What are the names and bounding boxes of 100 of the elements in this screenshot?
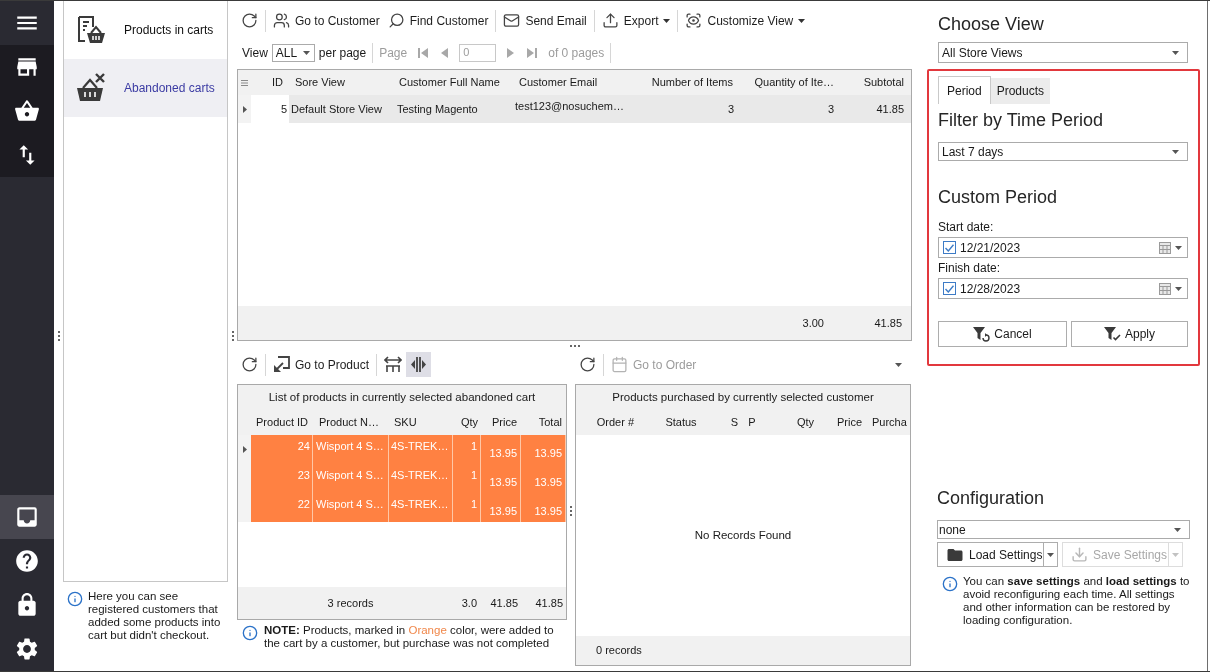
toolbar-button[interactable]: Go to Customer xyxy=(269,8,384,33)
column-header[interactable]: Subtotal xyxy=(838,70,908,95)
tab[interactable]: Products xyxy=(990,78,1051,104)
grip-icon[interactable] xyxy=(57,331,60,341)
table-cell-text: Default Store View xyxy=(290,101,383,117)
toolbar-button[interactable]: Find Customer xyxy=(383,8,493,33)
column-header[interactable]: Number of Items xyxy=(641,70,738,95)
calendar-icon[interactable] xyxy=(1159,282,1171,295)
date-field[interactable]: 12/21/2023 xyxy=(938,237,1188,258)
column-header[interactable]: SKU xyxy=(389,410,453,435)
column-header[interactable]: Price xyxy=(822,410,868,435)
table-cell: Wisport 4 S… xyxy=(313,493,389,522)
table-cell: 13.95 xyxy=(481,435,521,464)
info-icon xyxy=(942,576,958,592)
tab[interactable]: Period xyxy=(938,76,991,104)
table-cell-text: 3 xyxy=(826,101,835,117)
grip-icon[interactable] xyxy=(231,331,234,341)
caret-icon xyxy=(894,362,902,367)
column-header[interactable]: Total xyxy=(521,410,566,435)
caret-icon xyxy=(1047,552,1054,557)
caret-icon xyxy=(1172,50,1179,55)
column-header[interactable]: S xyxy=(716,410,738,435)
checkbox[interactable] xyxy=(943,241,956,254)
record-count: 0 records xyxy=(596,643,642,659)
column-header[interactable]: Customer Email xyxy=(513,70,641,95)
table-cell: Wisport 4 S… xyxy=(313,435,389,464)
column-header[interactable]: Order # xyxy=(576,410,646,435)
funnel-icon xyxy=(973,326,991,342)
section-title: Choose View xyxy=(938,13,1045,35)
refresh-icon xyxy=(241,12,258,29)
column-header[interactable]: Product N… xyxy=(313,410,389,435)
filter-button[interactable]: Cancel xyxy=(938,321,1067,347)
column-header[interactable]: Customer Full Name xyxy=(393,70,513,95)
table-cell-text: Testing Magento xyxy=(396,101,479,117)
column-header[interactable]: Qty xyxy=(766,410,822,435)
columns-arrows-icon xyxy=(384,356,403,373)
table-cell-text: 41.85 xyxy=(875,101,905,117)
column-header[interactable]: Purcha xyxy=(868,410,910,435)
column-header[interactable]: Quantity of Ite… xyxy=(738,70,838,95)
field-label: Start date: xyxy=(938,220,995,234)
grip-icon[interactable] xyxy=(569,344,580,347)
date-field[interactable]: 12/28/2023 xyxy=(938,278,1188,299)
document-basket-icon xyxy=(76,15,106,45)
toolbar-button[interactable]: Customize View xyxy=(681,8,810,33)
envelope-icon xyxy=(503,12,521,29)
caret-icon xyxy=(798,18,806,23)
column-chooser-icon[interactable] xyxy=(241,79,248,86)
settings-button[interactable]: Load Settings xyxy=(937,542,1044,567)
sidebar-button[interactable] xyxy=(0,133,54,177)
toolbar-button[interactable]: Send Email xyxy=(499,8,591,33)
scan-eye-icon xyxy=(685,12,703,29)
first-page-icon xyxy=(417,46,430,59)
column-header[interactable]: Price xyxy=(481,410,521,435)
table-cell: 4S-TREK… xyxy=(389,435,453,464)
refresh-icon xyxy=(579,356,596,373)
caret-icon xyxy=(1175,245,1182,250)
upload-icon xyxy=(601,12,619,29)
page-count: of 0 pages xyxy=(548,44,605,62)
toolbar-button[interactable]: Go to Product xyxy=(269,352,374,377)
row-pointer-icon xyxy=(242,105,247,113)
caret-icon xyxy=(1174,527,1181,532)
total-cell-text: 41.85 xyxy=(534,595,564,611)
column-header[interactable]: Product ID xyxy=(251,410,313,435)
total-cell-text: 3.0 xyxy=(460,595,478,611)
table-cell: 4S-TREK… xyxy=(389,493,453,522)
table-cell: 1 xyxy=(453,464,481,493)
info-text: Here you can see registered customers that added some products into cart but didn't checkout. xyxy=(88,590,222,642)
section-title: Custom Period xyxy=(938,186,1059,208)
calendar-icon[interactable] xyxy=(1159,241,1171,254)
split-dropdown-button[interactable] xyxy=(1044,542,1058,567)
column-header[interactable]: Status xyxy=(646,410,716,435)
split-columns-icon xyxy=(410,356,428,373)
sidebar-button[interactable] xyxy=(0,495,54,539)
people-icon xyxy=(273,12,290,29)
toolbar-icon-button[interactable] xyxy=(406,352,432,377)
settings-icon xyxy=(14,636,40,662)
field-label: Finish date: xyxy=(938,261,1002,275)
configuration-dropdown[interactable]: none xyxy=(937,520,1190,539)
column-header[interactable]: Sore View xyxy=(289,70,393,95)
column-header[interactable]: Qty xyxy=(453,410,481,435)
table-cell: Wisport 4 S… xyxy=(313,464,389,493)
checkbox[interactable] xyxy=(943,282,956,295)
store-view-dropdown[interactable]: All Store Views xyxy=(938,42,1188,63)
total-cell-text: 41.85 xyxy=(873,315,903,331)
column-header[interactable]: ID xyxy=(251,70,289,95)
toolbar-button[interactable]: Export xyxy=(597,8,675,33)
table-cell: 5 xyxy=(251,95,289,123)
sidebar-button[interactable] xyxy=(0,45,54,89)
column-header[interactable]: P xyxy=(738,410,766,435)
filter-button[interactable]: Apply xyxy=(1071,321,1188,347)
caret-icon xyxy=(1172,149,1179,154)
table-cell-text: test123@nosuchem… xyxy=(514,99,625,114)
caret-icon xyxy=(302,50,310,55)
table-cell: 23 xyxy=(251,464,313,493)
table-cell: 13.95 xyxy=(481,493,521,522)
period-dropdown[interactable]: Last 7 days xyxy=(938,142,1188,161)
record-count: 3 records xyxy=(327,595,374,611)
table-row[interactable]: 5 Default Store View Testing Magento test123@nosuchem… 3 3 41.85 xyxy=(238,95,911,123)
basket-x-icon xyxy=(76,73,106,103)
nav-item[interactable]: Abandoned carts xyxy=(64,59,227,117)
